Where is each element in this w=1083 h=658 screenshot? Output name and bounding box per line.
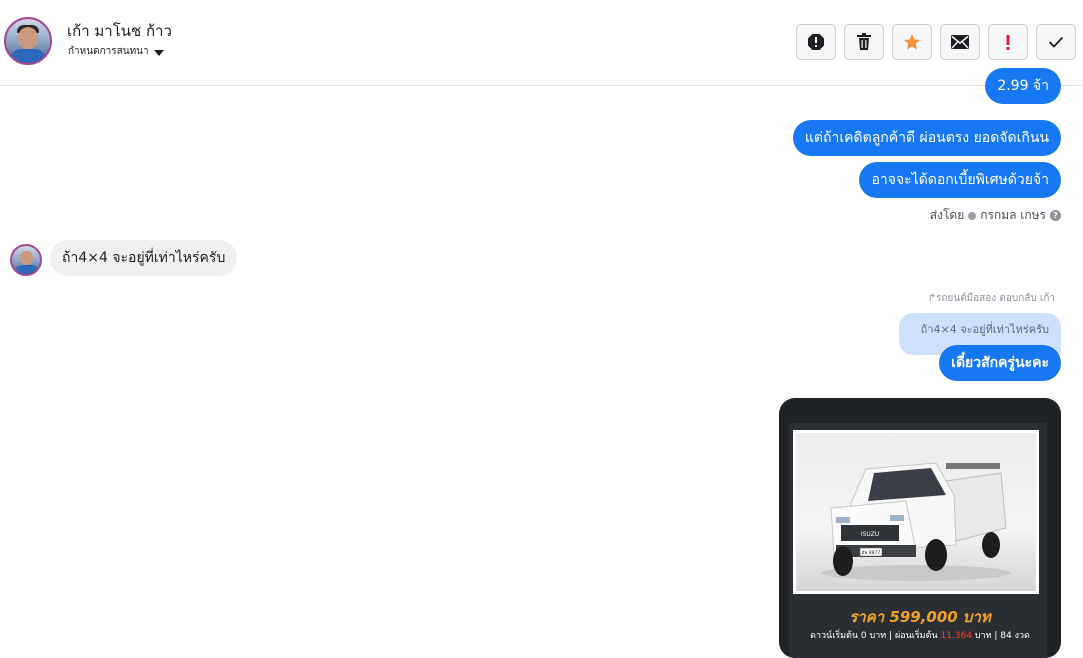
terms-installment: 11,364 <box>940 631 972 641</box>
report-spam-button[interactable] <box>796 24 836 60</box>
mark-unread-button[interactable] <box>940 24 980 60</box>
message-outgoing[interactable]: 2.99 จ้า <box>985 68 1061 104</box>
contact-avatar-small[interactable] <box>10 244 42 276</box>
action-toolbar <box>796 24 1076 60</box>
financing-terms: ดาวน์เริ่มต้น 0 บาท | ผ่อนเริ่มต้น 11,36… <box>779 628 1061 642</box>
exclamation-icon <box>1006 35 1010 50</box>
caret-down-icon <box>153 49 164 56</box>
conversation-label-dropdown[interactable]: กำหนดการสนทนา <box>68 44 164 59</box>
envelope-icon <box>951 35 969 49</box>
verified-icon <box>968 211 977 220</box>
message-outgoing[interactable]: เดี๋ยวสักครู่นะคะ <box>939 345 1061 381</box>
car-listing-image[interactable]: ISUZU ฮพ 8877 ราคา 599,000 บาท ดาวน์เริ่… <box>779 398 1061 658</box>
check-icon <box>1048 36 1064 48</box>
contact-avatar[interactable] <box>4 17 52 65</box>
sent-by-label: ส่งโดย <box>929 208 965 222</box>
license-plate: ฮพ 8877 <box>862 550 881 556</box>
terms-down: ดาวน์เริ่มต้น 0 บาท | ผ่อนเริ่มต้น <box>810 631 941 641</box>
sent-by-name: กรกมล เกษร <box>980 208 1046 222</box>
reply-indicator: ↱รถยนต์มือสอง ตอบกลับ เก้า <box>928 291 1055 306</box>
sent-by-info: ส่งโดย กรกมล เกษร ? <box>930 206 1061 225</box>
delete-button[interactable] <box>844 24 884 60</box>
contact-name[interactable]: เก้า มาโนช ก้าว <box>67 19 172 43</box>
reply-icon: ↱ <box>927 293 936 304</box>
reply-label: รถยนต์มือสอง ตอบกลับ เก้า <box>935 293 1055 304</box>
conversation-header: เก้า มาโนช ก้าว กำหนดการสนทนา <box>0 0 1083 86</box>
star-button[interactable] <box>892 24 932 60</box>
car-price: ราคา 599,000 บาท <box>849 608 991 626</box>
report-icon <box>808 34 824 50</box>
car-photo: ISUZU ฮพ 8877 <box>793 430 1039 594</box>
message-incoming[interactable]: ถ้า4×4 จะอยู่ที่เท่าไหร่ครับ <box>50 240 238 276</box>
svg-text:ISUZU: ISUZU <box>861 531 879 538</box>
star-icon <box>904 34 920 50</box>
trash-icon <box>857 33 871 50</box>
help-icon[interactable]: ? <box>1050 210 1061 221</box>
conversation-label: กำหนดการสนทนา <box>68 46 149 57</box>
mark-done-button[interactable] <box>1036 24 1076 60</box>
message-outgoing[interactable]: อาจจะได้ดอกเบี้ยพิเศษด้วยจ้า <box>859 162 1061 198</box>
message-outgoing[interactable]: แต่ถ้าเคดิตลูกค้าดี ผ่อนตรง ยอดจัดเกินน <box>792 120 1061 156</box>
terms-period: บาท | 84 งวด <box>971 631 1030 641</box>
important-button[interactable] <box>988 24 1028 60</box>
